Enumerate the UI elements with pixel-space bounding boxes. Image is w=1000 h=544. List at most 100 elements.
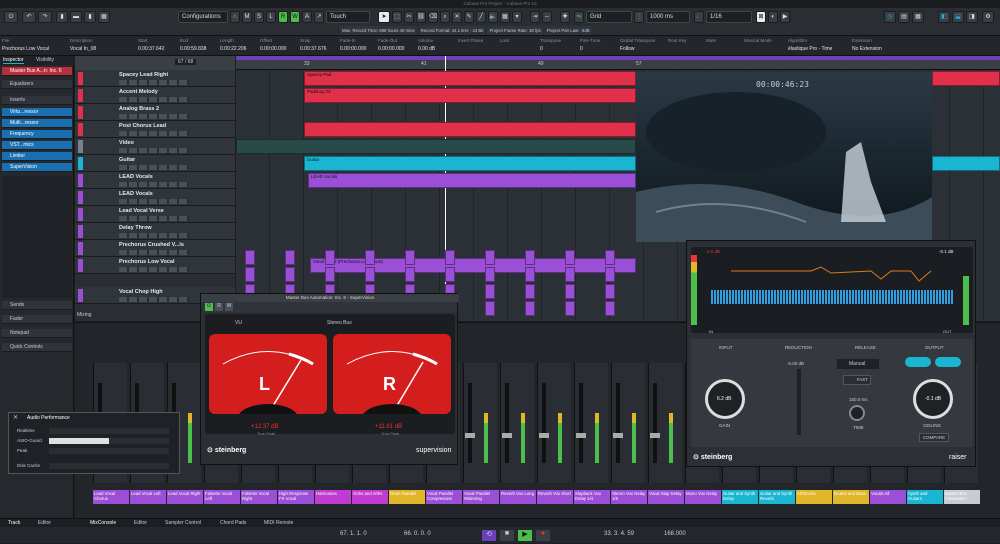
channel-name[interactable]: Vocal Slap Delay (648, 490, 684, 504)
channel-name[interactable]: Guitar and Synth Reverb (759, 490, 795, 504)
channel-name[interactable]: Vocal Parallel Compression (426, 490, 462, 504)
event-clip[interactable] (245, 267, 255, 282)
info-value[interactable]: 0.00:22.206 (220, 46, 246, 52)
tab-editor[interactable]: Editor (134, 520, 147, 526)
channel-name[interactable]: Reverb Vox short (537, 490, 573, 504)
inspector-track-name[interactable]: Master Bus A...n: Inc. 6 (2, 67, 72, 76)
track-row[interactable]: Accent Melody (75, 87, 235, 104)
left-zone-toggle-icon[interactable]: ◧ (938, 11, 950, 23)
channel-name[interactable]: High Response FX Vocal (278, 490, 314, 504)
channel-name[interactable]: Harmonies (315, 490, 351, 504)
track-name[interactable]: Delay Throw (119, 225, 152, 231)
info-value[interactable]: 0.00:00.000 (340, 46, 366, 52)
a-button[interactable]: A (302, 11, 312, 23)
plugin-write-icon[interactable]: W (225, 303, 233, 311)
object-selection-tool-icon[interactable]: ➤ (378, 11, 390, 23)
info-value[interactable]: Vocal In_08 (70, 46, 96, 52)
release-mode-dropdown[interactable]: Manual (837, 359, 879, 369)
play-tool-icon[interactable]: 🔈 (488, 11, 498, 23)
event-clip[interactable]: Spacey Pad (304, 71, 636, 86)
time-display[interactable]: 33. 3. 4. 59 (604, 531, 634, 537)
track-controls[interactable] (119, 97, 189, 102)
track-name[interactable]: Prechorus Crushed V...ls (119, 242, 184, 248)
m-button[interactable]: M (242, 11, 252, 23)
activate-project-button[interactable]: ⏻ (4, 11, 18, 23)
tab-track[interactable]: Track (8, 520, 20, 526)
tab-visibility[interactable]: Visibility (36, 57, 54, 63)
sync-icon[interactable]: ◷ (884, 11, 896, 23)
event-clip[interactable] (605, 284, 615, 299)
channel-name[interactable]: Falsetto Vocal Right (241, 490, 277, 504)
channel-name[interactable]: Stereo Vox Delay 1/8 (611, 490, 647, 504)
lower-zone-icon[interactable]: ▬ (70, 11, 82, 23)
plugin-read-icon[interactable]: R (215, 303, 223, 311)
tab-mixconsole[interactable]: MixConsole (90, 520, 116, 526)
track-name[interactable]: Vocal Chop High (119, 289, 163, 295)
channel-name[interactable]: Synth and Guitars (907, 490, 943, 504)
mute-tool-icon[interactable]: ✕ (452, 11, 462, 23)
draw-tool-icon[interactable]: ✎ (464, 11, 474, 23)
fader-handle[interactable] (502, 433, 512, 438)
track-controls[interactable] (119, 199, 189, 204)
iq-icon[interactable]: ⊠ (756, 11, 766, 23)
track-name[interactable]: Lead Vocal Verse (119, 208, 164, 214)
channel-name[interactable]: Slapback Vox Delay 1/4 (574, 490, 610, 504)
info-value[interactable]: 0 (580, 46, 583, 52)
color-palette-icon[interactable]: ◐ (768, 11, 778, 23)
channel-name[interactable]: Falsetto Vocal Left (204, 490, 240, 504)
right-zone-icon[interactable]: ▮ (84, 11, 96, 23)
track-row[interactable]: Analog Brass 2 (75, 104, 235, 121)
ab-toggle[interactable] (905, 357, 931, 367)
settings-icon[interactable]: ⚙ (982, 11, 994, 23)
cycle-icon[interactable]: ⟲ (482, 530, 496, 541)
event-clip[interactable] (365, 267, 375, 282)
fader-handle[interactable] (650, 433, 660, 438)
audio-performance-panel[interactable]: ✕ Audio Performance Realtime ASIO-Guard … (8, 412, 180, 474)
event-clip[interactable] (405, 250, 415, 265)
track-controls[interactable] (119, 297, 189, 302)
color-tool-icon[interactable]: ▦ (500, 11, 510, 23)
event-clip[interactable] (525, 284, 535, 299)
fader-handle[interactable] (613, 433, 623, 438)
event-clip[interactable] (285, 250, 295, 265)
info-value[interactable]: 0.00:00.000 (260, 46, 286, 52)
channel-name[interactable]: Drum Parallel (389, 490, 425, 504)
channel-name[interactable]: Lead Vocal Left (130, 490, 166, 504)
insert-slot[interactable]: Virtu...ressor (2, 108, 72, 117)
track-row[interactable]: Post Chorus Lead (75, 121, 235, 138)
compare-button[interactable]: COMPARE (919, 433, 949, 442)
info-value[interactable]: 0.00:37.676 (300, 46, 326, 52)
track-name[interactable]: Guitar (119, 157, 135, 163)
tab-inspector[interactable]: Inspector (3, 57, 24, 64)
event-clip[interactable] (525, 267, 535, 282)
insert-slot[interactable]: VST...mics (2, 141, 72, 150)
event-clip[interactable]: Vocal In_08 (Prechorus Low Vocal) (310, 258, 636, 273)
track-controls[interactable] (119, 233, 189, 238)
quantize-icon[interactable]: ♩ (694, 11, 704, 23)
track-controls[interactable] (119, 216, 189, 221)
info-value[interactable]: 0.00 dB (418, 46, 435, 52)
event-clip[interactable] (932, 71, 1000, 86)
inspector-section-quick-controls[interactable]: Quick Controls (2, 343, 72, 352)
track-controls[interactable] (119, 131, 189, 136)
info-value[interactable]: élastique Pro - Time (788, 46, 832, 52)
cross-icon[interactable]: ✚ (560, 11, 570, 23)
fader-handle[interactable] (465, 433, 475, 438)
channel-name[interactable]: Vocals All (870, 490, 906, 504)
range-tool-icon[interactable]: ⬚ (392, 11, 402, 23)
event-clip[interactable] (605, 267, 615, 282)
insert-slot[interactable]: SuperVision (2, 163, 72, 172)
video-icon[interactable]: ▶ (780, 11, 790, 23)
event-clip[interactable] (525, 301, 535, 316)
configurations-dropdown[interactable]: Configurations (178, 11, 228, 23)
s-button[interactable]: S (254, 11, 264, 23)
automation-icon[interactable]: ↗ (314, 11, 324, 23)
line-tool-icon[interactable]: ╱ (476, 11, 486, 23)
info-value[interactable]: 0.00:59.838 (180, 46, 206, 52)
undo-icon[interactable]: ↶ (22, 11, 36, 23)
info-value[interactable]: Follow (620, 46, 634, 52)
bus-dropdown[interactable]: Stereo Bus (327, 320, 352, 326)
inspector-section-sends[interactable]: Sends (2, 301, 72, 310)
right-locator[interactable]: 66. 0. 0. 0 (404, 531, 431, 537)
channel-strip[interactable] (537, 363, 571, 483)
